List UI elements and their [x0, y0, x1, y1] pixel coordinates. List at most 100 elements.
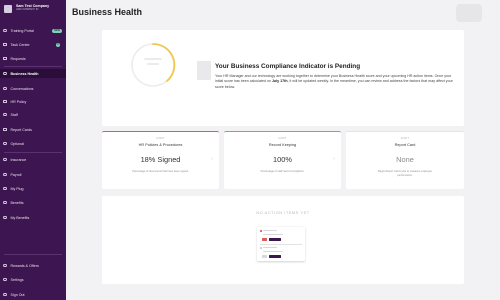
- sidebar-item-conversations[interactable]: Conversations: [0, 84, 66, 93]
- metric-eyebrow: AUDIT: [278, 138, 287, 140]
- compliance-gauge-icon: [131, 43, 176, 87]
- chevron-right-icon[interactable]: ›: [211, 156, 213, 162]
- compliance-card: Your Business Compliance Indicator is Pe…: [102, 30, 464, 126]
- heart-pulse-icon: [3, 71, 7, 76]
- illustration-pill: [262, 255, 267, 258]
- compliance-title: Your Business Compliance Indicator is Pe…: [215, 63, 361, 70]
- sidebar-item-rewards-offers[interactable]: Rewards & Offers: [0, 261, 66, 270]
- illustration-bar: [263, 230, 278, 232]
- illustration-dot: [260, 247, 262, 249]
- action-items-card: NO ACTION ITEMS YET: [102, 196, 464, 284]
- illustration-row: [260, 230, 278, 232]
- chevron-right-icon[interactable]: ›: [333, 156, 335, 162]
- sidebar-item-label: My Benefits: [10, 215, 30, 220]
- page-title: Business Health: [72, 7, 143, 17]
- illustration-bar: [263, 251, 283, 253]
- illustration-row: [260, 251, 283, 253]
- sidebar-item-optional[interactable]: Optional: [0, 139, 66, 148]
- sidebar-item-payroll[interactable]: Payroll: [0, 170, 66, 179]
- metric-card-record-keeping[interactable]: AUDIT Record Keeping 100% Percentage of …: [224, 131, 341, 189]
- document-icon: [3, 99, 7, 104]
- metric-label: Record Keeping: [268, 143, 297, 147]
- chat-icon: [3, 86, 7, 91]
- sidebar-item-label: Requests: [10, 56, 26, 61]
- sidebar-item-insurance[interactable]: Insurance: [0, 155, 66, 164]
- metric-value: 100%: [273, 155, 292, 164]
- sidebar-item-label: Business Health: [10, 71, 39, 76]
- metric-label: Report Card: [394, 143, 416, 147]
- sidebar-item-sign-out[interactable]: Sign Out: [0, 290, 66, 299]
- illustration-bar: [263, 234, 283, 236]
- graduation-icon: [3, 28, 7, 33]
- logout-icon: [3, 292, 7, 297]
- metric-eyebrow: AUDIT: [400, 138, 410, 140]
- sidebar-item-hr-policy[interactable]: HR Policy: [0, 97, 66, 106]
- sidebar-item-label: My Plug: [10, 186, 24, 191]
- sidebar-item-business-health[interactable]: Business Health: [0, 69, 66, 78]
- user-menu-avatar[interactable]: [456, 4, 482, 22]
- gauge-placeholder-line: [144, 58, 162, 61]
- sidebar: Sam Test Company ADD COMPANY ID Training…: [0, 0, 66, 300]
- plug-icon: [3, 186, 7, 191]
- sidebar-item-label: Payroll: [10, 172, 22, 177]
- action-items-empty-title: NO ACTION ITEMS YET: [256, 211, 310, 215]
- illustration-bar: [263, 247, 278, 249]
- sidebar-item-label: Task Center: [10, 42, 30, 47]
- report-icon: [3, 127, 7, 132]
- metric-label: HR Policies & Procedures: [138, 143, 183, 147]
- metric-description: Begin Report Card cycle to measure emplo…: [378, 170, 432, 177]
- illustration-dot: [260, 230, 262, 232]
- metric-card-report-card[interactable]: AUDIT Report Card None Begin Report Card…: [346, 131, 464, 189]
- sidebar-item-label: Insurance: [10, 157, 27, 162]
- company-logo: [4, 5, 12, 13]
- sidebar-item-task-center[interactable]: Task Center 2: [0, 40, 66, 49]
- sidebar-item-label: Optional: [10, 141, 24, 146]
- metric-description: Percentage of documents that have been s…: [132, 170, 189, 173]
- task-count-badge: 2: [56, 42, 60, 47]
- gear-icon: [3, 277, 7, 282]
- tag-icon: [3, 263, 7, 268]
- company-switcher[interactable]: Sam Test Company ADD COMPANY ID: [4, 4, 49, 13]
- sidebar-item-requests[interactable]: Requests: [0, 54, 66, 63]
- sidebar-item-label: Conversations: [10, 86, 34, 91]
- checklist-icon: [3, 42, 7, 47]
- metric-description: Percentage of staff record completion.: [260, 170, 305, 173]
- illustration-row: [260, 247, 278, 249]
- gift-icon: [3, 200, 7, 205]
- dollar-icon: [3, 172, 7, 177]
- metric-value: 18% Signed: [140, 155, 181, 164]
- new-badge: NEW: [52, 28, 62, 33]
- sidebar-item-label: Training Portal: [10, 28, 34, 33]
- gauge-placeholder-line: [147, 63, 159, 65]
- sidebar-divider: [4, 254, 62, 255]
- sidebar-item-label: Sign Out: [10, 292, 25, 297]
- sidebar-item-settings[interactable]: Settings: [0, 275, 66, 284]
- metric-eyebrow: AUDIT: [156, 138, 165, 140]
- company-subtitle: ADD COMPANY ID: [16, 8, 39, 11]
- sidebar-item-benefits[interactable]: Benefits: [0, 198, 66, 207]
- sidebar-item-label: Report Cards: [10, 127, 32, 132]
- sidebar-item-training-portal[interactable]: Training Portal NEW: [0, 26, 66, 35]
- sidebar-item-label: Rewards & Offers: [10, 263, 39, 268]
- sidebar-item-my-plug[interactable]: My Plug: [0, 184, 66, 193]
- illustration-pill: [262, 238, 267, 241]
- sidebar-divider: [4, 152, 62, 153]
- compliance-description: Your HR Manager and our technology are w…: [215, 74, 453, 89]
- metric-value: None: [396, 155, 414, 164]
- sidebar-item-label: HR Policy: [10, 99, 27, 104]
- sidebar-item-label: Benefits: [10, 200, 24, 205]
- sidebar-item-staff[interactable]: Staff: [0, 110, 66, 119]
- plus-icon: [3, 141, 7, 146]
- sidebar-item-label: Settings: [10, 277, 24, 282]
- sidebar-item-report-cards[interactable]: Report Cards: [0, 125, 66, 134]
- illustration-pill: [269, 238, 281, 241]
- sidebar-item-my-benefits[interactable]: My Benefits: [0, 213, 66, 222]
- people-icon: [3, 112, 7, 117]
- shield-icon: [3, 157, 7, 162]
- star-icon: [3, 215, 7, 220]
- illustration-row: [260, 234, 283, 236]
- illustration-placeholder: [197, 61, 211, 80]
- sidebar-divider: [4, 66, 62, 67]
- metric-card-hr-policies[interactable]: AUDIT HR Policies & Procedures 18% Signe…: [102, 131, 219, 189]
- sidebar-item-label: Staff: [10, 112, 18, 117]
